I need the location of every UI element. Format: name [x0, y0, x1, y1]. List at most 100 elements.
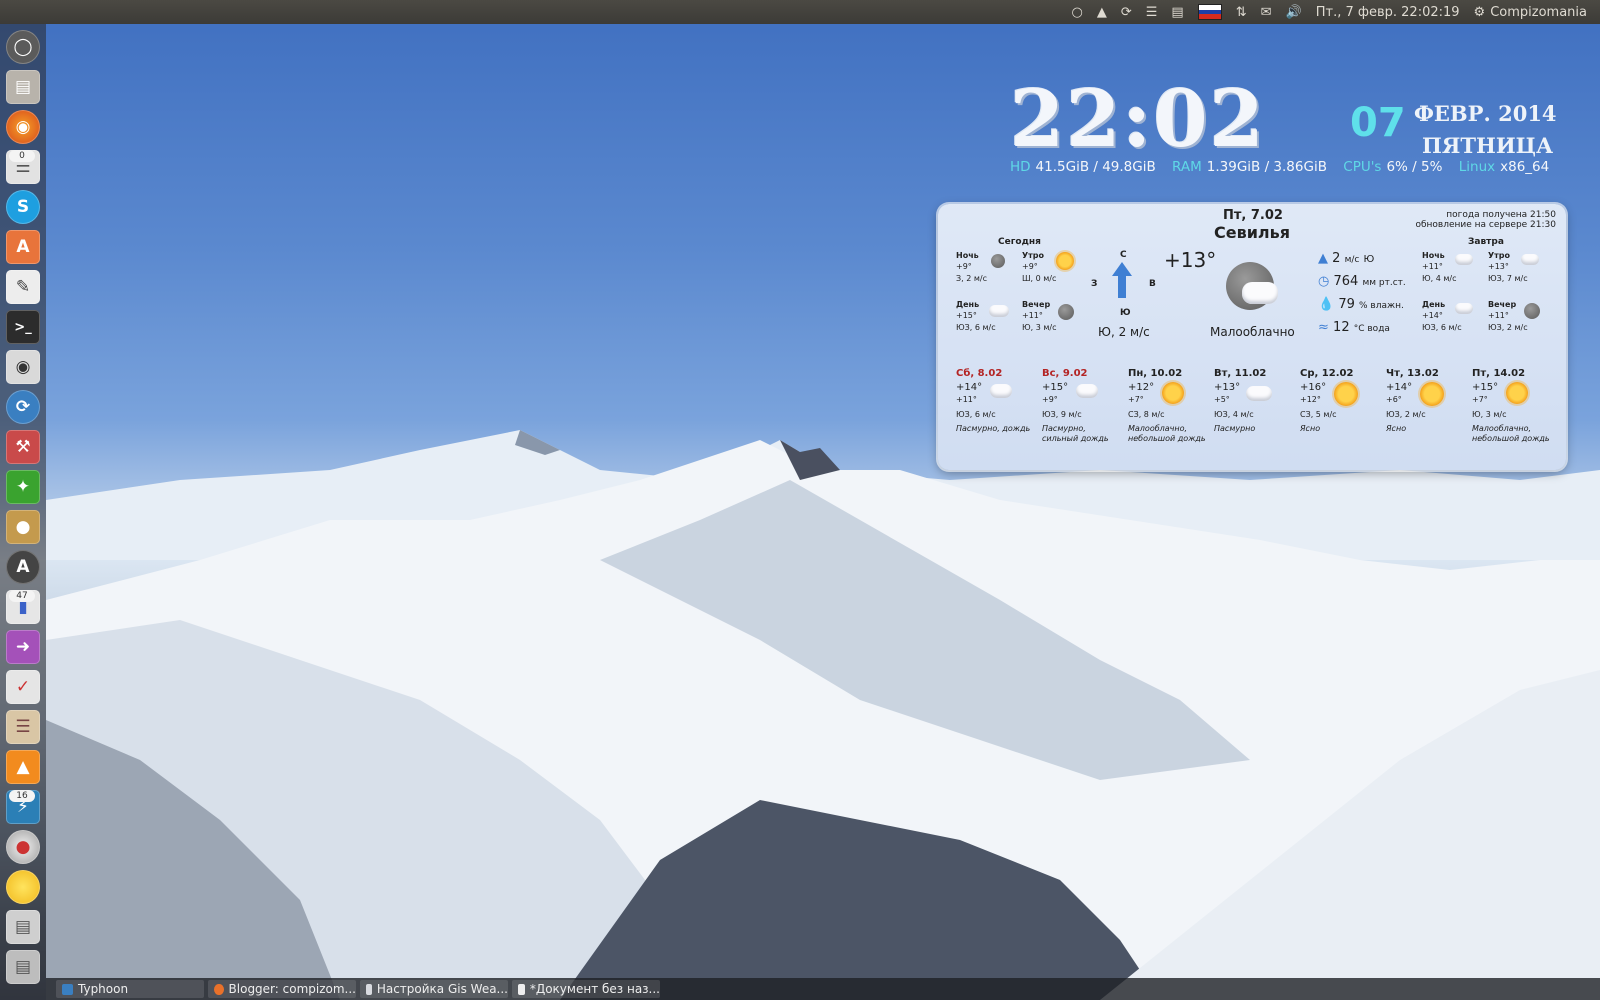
- weather-server-update: обновление на сервере 21:30: [1415, 220, 1556, 230]
- forecast-high: +13°: [1214, 382, 1241, 393]
- forecast-desc: Малооблачно,: [1128, 424, 1188, 433]
- today-label: Сегодня: [998, 237, 1041, 247]
- drive-icon[interactable]: ▤: [6, 910, 40, 944]
- user-name: Compizomania: [1490, 4, 1587, 20]
- keyboard-layout-flag[interactable]: [1191, 0, 1229, 24]
- thermometer-indicator-icon[interactable]: ▲: [1090, 0, 1114, 24]
- weather-received: погода получена 21:50: [1446, 210, 1556, 220]
- dash-home-icon[interactable]: ◯: [6, 30, 40, 64]
- forecast-desc: Пасмурно: [1214, 424, 1256, 433]
- terminal-icon[interactable]: >_: [6, 310, 40, 344]
- forecast-low: +11°: [956, 395, 977, 404]
- humidity-unit: % влажн.: [1359, 301, 1404, 311]
- compiz-icon[interactable]: ✦: [6, 470, 40, 504]
- volume-indicator-icon[interactable]: 🔊: [1279, 0, 1309, 24]
- text-editor-icon[interactable]: ✎: [6, 270, 40, 304]
- cloud-icon: [989, 305, 1009, 317]
- sync-indicator-icon[interactable]: ⟳: [1114, 0, 1139, 24]
- forecast-low: +6°: [1386, 395, 1402, 404]
- cloud-icon: [1246, 386, 1272, 401]
- network-indicator-icon[interactable]: ⇅: [1229, 0, 1254, 24]
- heavy-rain-icon: [1076, 384, 1098, 398]
- launcher: ◯ ▤ ◉ ☰ 0 S A ✎ >_ ◉ ⟳ ⚒ ✦ ● A ▮ 47 ➜ ✓ …: [0, 24, 46, 1000]
- task-app-icon[interactable]: ✓: [6, 670, 40, 704]
- moon-cloud-icon: [1058, 304, 1074, 320]
- forecast-desc: Ясно: [1386, 424, 1407, 433]
- forecast-high: +16°: [1300, 382, 1327, 393]
- forecast-desc: Ясно: [1300, 424, 1321, 433]
- files-icon[interactable]: ▤: [6, 70, 40, 104]
- weather-date: Пт, 7.02: [1223, 208, 1283, 223]
- ram-value: 1.39GiB / 3.86GiB: [1206, 159, 1327, 175]
- bulb-indicator-icon[interactable]: ○: [1065, 0, 1090, 24]
- hd-value: 41.5GiB / 49.8GiB: [1035, 159, 1156, 175]
- period-label: День: [1422, 300, 1446, 309]
- taskbar-button-gis-weather[interactable]: Настройка Gis Wea...: [360, 980, 508, 998]
- period-temp: +11°: [1488, 311, 1509, 320]
- period-label: Ночь: [1422, 251, 1445, 260]
- period-wind: ЮЗ, 2 м/с: [1488, 323, 1528, 332]
- forecast-date: Вт, 11.02: [1214, 368, 1267, 379]
- period-temp: +14°: [1422, 311, 1443, 320]
- software-center-icon[interactable]: A: [6, 230, 40, 264]
- water-icon: ≈: [1318, 320, 1329, 335]
- notes-indicator-icon[interactable]: ▤: [1164, 0, 1190, 24]
- forecast-wind: ЮЗ, 2 м/с: [1386, 410, 1426, 419]
- hd-label: HD: [1010, 159, 1031, 175]
- wind-detail-dir: Ю: [1363, 254, 1375, 265]
- vlc-icon[interactable]: ▲: [6, 750, 40, 784]
- forecast-date: Вс, 9.02: [1042, 368, 1088, 379]
- forecast-wind: ЮЗ, 9 м/с: [1042, 410, 1082, 419]
- trash-icon[interactable]: ▤: [6, 950, 40, 984]
- period-label: Утро: [1022, 251, 1045, 260]
- wind-detail: ▲ 2 м/с Ю: [1318, 251, 1374, 266]
- settings-tool-icon[interactable]: ⚒: [6, 430, 40, 464]
- forecast-desc-2: сильный дождь: [1042, 434, 1109, 443]
- firefox-icon[interactable]: ◉: [6, 110, 40, 144]
- taskbar-label: *Документ без наз...: [529, 982, 660, 996]
- skype-icon[interactable]: S: [6, 190, 40, 224]
- taskbar-label: Blogger: compizom...: [228, 982, 356, 996]
- camera-icon[interactable]: ◉: [6, 350, 40, 384]
- ram-label: RAM: [1172, 159, 1202, 175]
- compass-north: С: [1120, 250, 1127, 260]
- update-manager-icon[interactable]: A: [6, 550, 40, 584]
- taskbar-button-typhoon[interactable]: Typhoon: [56, 980, 204, 998]
- wind-direction-icon: ▲: [1318, 251, 1328, 266]
- taskbar-button-blogger[interactable]: Blogger: compizom...: [208, 980, 356, 998]
- forecast-low: +9°: [1042, 395, 1058, 404]
- forecast-high: +14°: [956, 382, 983, 393]
- period-label: День: [956, 300, 980, 309]
- period-wind: ЮЗ, 6 м/с: [956, 323, 996, 332]
- condition-now: Малооблачно: [1210, 325, 1295, 339]
- period-label: Утро: [1488, 251, 1511, 260]
- menu-indicator-icon[interactable]: ☰: [1139, 0, 1165, 24]
- forecast-date: Пт, 14.02: [1472, 368, 1526, 379]
- pressure-detail: ◷ 764 мм рт.ст.: [1318, 274, 1406, 289]
- forecast-high: +14°: [1386, 382, 1413, 393]
- disc-app-icon[interactable]: ●: [6, 830, 40, 864]
- compass-west: З: [1091, 279, 1098, 289]
- flag-stripe-red: [1198, 14, 1221, 20]
- globe-app-icon[interactable]: ●: [6, 510, 40, 544]
- water-detail: ≈ 12 °С вода: [1318, 320, 1390, 335]
- mixer-app-icon[interactable]: ☰: [6, 710, 40, 744]
- typhoon-app-icon[interactable]: ⟳: [6, 390, 40, 424]
- mail-indicator-icon[interactable]: ✉: [1254, 0, 1279, 24]
- taskbar-button-document[interactable]: *Документ без наз...: [512, 980, 660, 998]
- compass-east: В: [1149, 279, 1156, 289]
- window-icon: [366, 983, 372, 995]
- firefox-icon: [214, 983, 224, 995]
- clock-month-year: ФЕВР. 2014: [1414, 101, 1557, 126]
- weather-app-icon[interactable]: [6, 870, 40, 904]
- weather-widget[interactable]: Пт, 7.02 Севилья погода получена 21:50 о…: [938, 204, 1566, 470]
- period-wind: ЮЗ, 7 м/с: [1488, 274, 1528, 283]
- moon-cloud-icon: [1524, 303, 1540, 319]
- water-value: 12: [1333, 320, 1350, 335]
- period-wind: ЮЗ, 6 м/с: [1422, 323, 1462, 332]
- datetime-indicator[interactable]: Пт., 7 февр. 22:02:19: [1309, 0, 1467, 24]
- period-label: Ночь: [956, 251, 979, 260]
- session-menu[interactable]: ⚙ Compizomania: [1467, 0, 1594, 24]
- import-app-icon[interactable]: ➜: [6, 630, 40, 664]
- forecast-low: +7°: [1128, 395, 1144, 404]
